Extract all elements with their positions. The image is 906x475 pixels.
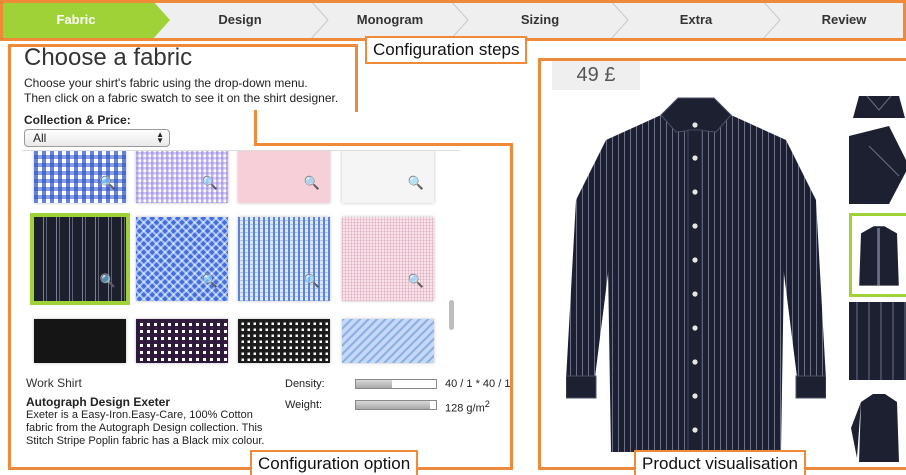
step-separator-icon <box>448 0 470 40</box>
magnifier-icon[interactable]: 🔍 <box>202 175 218 191</box>
collection-select-value: All <box>33 131 47 145</box>
magnifier-icon[interactable]: 🔍 <box>100 273 116 289</box>
magnifier-icon[interactable]: 🔍 <box>202 273 218 289</box>
fabric-swatch[interactable] <box>136 319 228 363</box>
density-value: 40 / 1 * 40 / 1 <box>445 378 511 390</box>
intro-line: Choose your shirt's fabric using the dro… <box>24 76 308 90</box>
collection-select[interactable]: All ▲ ▼ <box>24 129 170 147</box>
fabric-swatch[interactable]: 🔍 <box>136 217 228 301</box>
fabric-category: Work Shirt <box>26 376 82 390</box>
fabric-description: Exeter is a Easy-Iron.Easy-Care, 100% Co… <box>26 409 265 447</box>
product-thumbnail-back[interactable] <box>849 388 906 466</box>
fabric-swatch[interactable] <box>342 319 434 363</box>
scrollbar-thumb[interactable] <box>449 300 454 330</box>
fabric-swatch-selected[interactable]: 🔍 <box>30 213 130 305</box>
fabric-swatch[interactable]: 🔍 <box>34 151 126 203</box>
up-down-arrows-icon: ▲ ▼ <box>156 130 164 145</box>
product-thumbnail-sleeve[interactable] <box>849 126 906 204</box>
magnifier-icon[interactable]: 🔍 <box>304 273 320 289</box>
product-thumbnail-collar[interactable] <box>849 92 906 122</box>
step-monogram[interactable]: Monogram <box>330 0 450 40</box>
annotation-label-product: Product visualisation <box>634 450 806 475</box>
annotation-label-steps: Configuration steps <box>365 36 528 64</box>
magnifier-icon[interactable]: 🔍 <box>408 175 424 191</box>
fabric-swatch[interactable]: 🔍 <box>238 217 330 301</box>
product-thumbnail-front-selected[interactable] <box>849 213 906 297</box>
magnifier-icon[interactable]: 🔍 <box>304 175 320 191</box>
weight-label: Weight: <box>285 399 323 411</box>
weight-unit-exponent: 2 <box>484 399 490 409</box>
fabric-swatch[interactable]: 🔍 <box>136 151 228 203</box>
fabric-swatch-grid: 🔍 🔍 🔍 🔍 🔍 🔍 🔍 🔍 <box>22 150 460 368</box>
weight-value-text: 128 g/m <box>445 402 485 415</box>
step-extra[interactable]: Extra <box>630 0 762 40</box>
product-thumbnail-fabric[interactable] <box>849 302 906 380</box>
magnifier-icon[interactable]: 🔍 <box>100 175 116 191</box>
configuration-steps-bar: Fabric Design Monogram Sizing Extra Revi… <box>0 0 906 40</box>
weight-meter <box>355 400 437 410</box>
annotation-label-option: Configuration option <box>250 450 419 475</box>
fabric-swatch[interactable]: 🔍 <box>238 151 330 203</box>
fabric-swatch[interactable]: 🔍 <box>342 151 434 203</box>
annotation-frame-option-notch <box>254 110 257 146</box>
swatch-scrollbar[interactable] <box>448 150 456 368</box>
density-label: Density: <box>285 378 325 390</box>
fabric-name: Autograph Design Exeter <box>26 395 171 409</box>
fabric-swatch[interactable] <box>238 319 330 363</box>
fabric-swatch[interactable] <box>34 319 126 363</box>
collection-label: Collection & Price: <box>24 113 131 127</box>
intro-line: Then click on a fabric swatch to see it … <box>24 91 339 105</box>
step-review[interactable]: Review <box>782 0 906 40</box>
step-separator-icon <box>308 0 330 40</box>
density-meter <box>355 379 437 389</box>
step-design[interactable]: Design <box>170 0 310 40</box>
page-title: Choose a fabric <box>24 44 193 71</box>
weight-value: 128 g/m2 <box>445 399 490 415</box>
shirt-preview-image <box>566 97 826 452</box>
step-sizing[interactable]: Sizing <box>470 0 610 40</box>
fabric-swatch[interactable]: 🔍 <box>342 217 434 301</box>
step-separator-icon <box>608 0 630 40</box>
intro-text: Choose your shirt's fabric using the dro… <box>24 76 354 106</box>
magnifier-icon[interactable]: 🔍 <box>408 273 424 289</box>
weight-meter-fill <box>356 401 431 409</box>
step-separator-icon <box>760 0 782 40</box>
step-fabric[interactable]: Fabric <box>0 0 170 40</box>
density-meter-fill <box>356 380 392 388</box>
